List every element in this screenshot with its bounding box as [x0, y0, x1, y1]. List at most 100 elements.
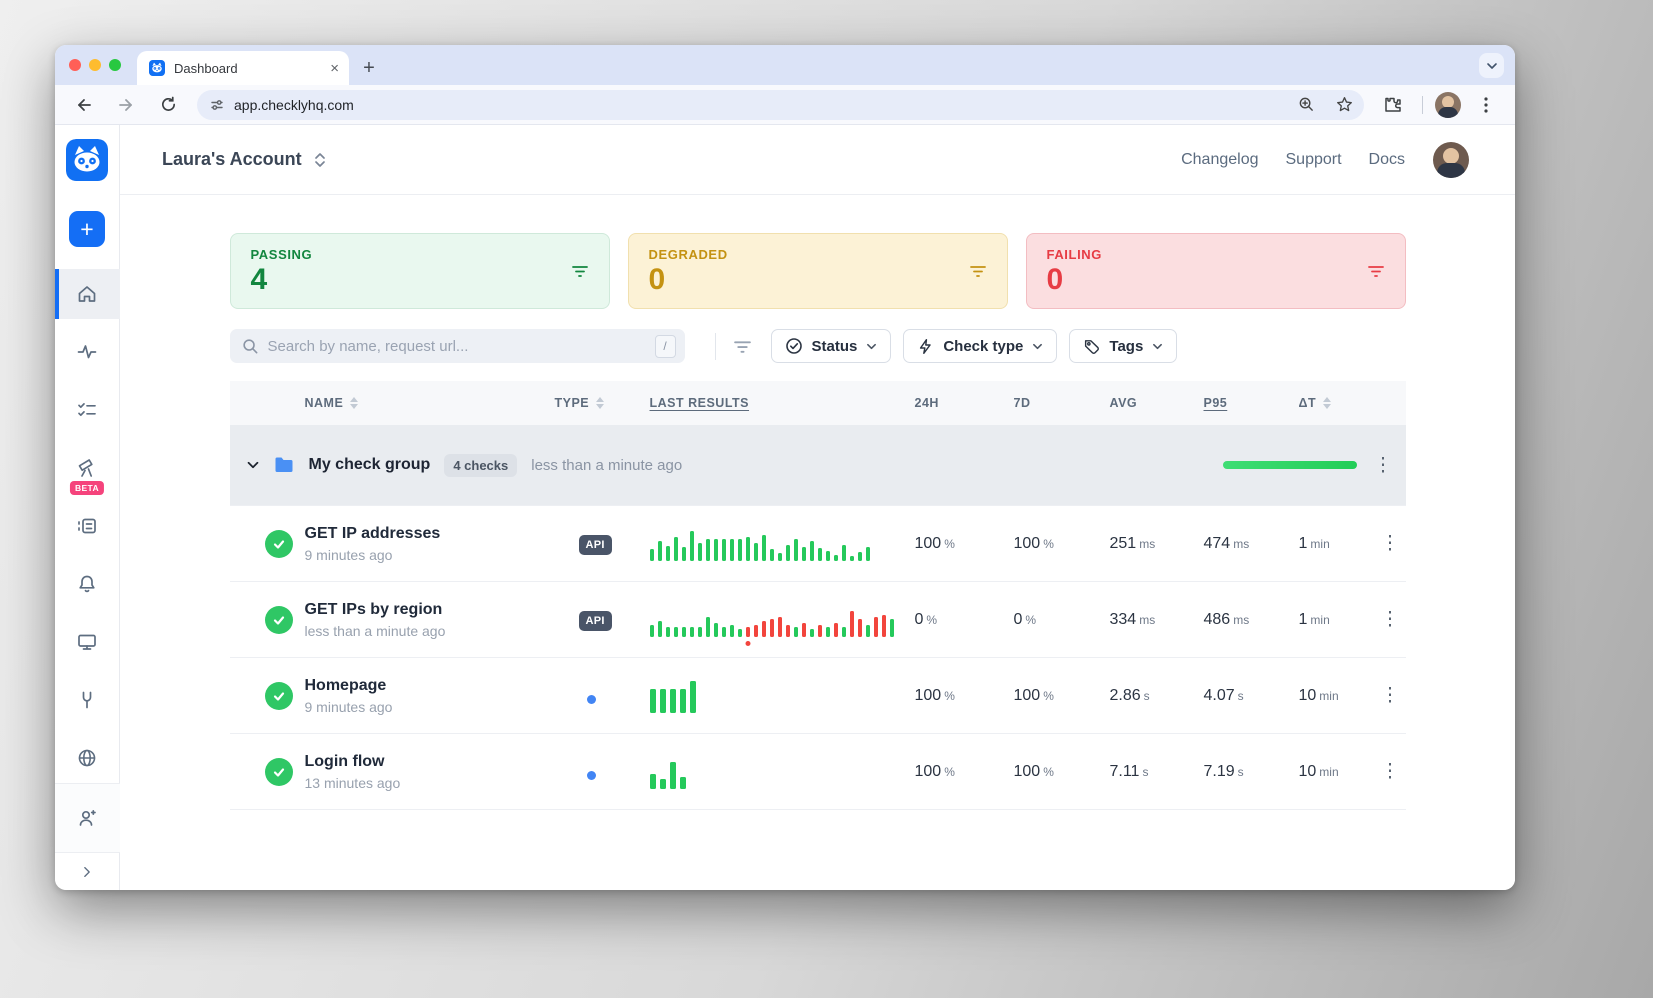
sidebar-bottom-section — [55, 783, 120, 852]
chevron-down-icon — [1486, 60, 1498, 72]
tags-filter-dropdown[interactable]: Tags — [1069, 329, 1177, 363]
bolt-icon — [917, 338, 934, 355]
failing-count: 0 — [1047, 263, 1385, 296]
check-row[interactable]: Homepage 9 minutes ago 100% 100% 2.86s 4… — [230, 657, 1406, 733]
chevron-down-icon — [866, 341, 877, 352]
sidebar-item-checks[interactable] — [55, 385, 120, 435]
check-row[interactable]: GET IP addresses 9 minutes ago API 100% … — [230, 505, 1406, 581]
sidebar-item-maintenance[interactable] — [55, 675, 120, 725]
search-input[interactable] — [268, 338, 646, 355]
forward-button[interactable] — [109, 90, 143, 120]
macos-traffic-lights — [69, 45, 121, 85]
user-avatar[interactable] — [1433, 142, 1469, 178]
check-group-row[interactable]: My check group 4 checks less than a minu… — [230, 425, 1406, 505]
dashboard-content: PASSING 4 DEGRADED 0 FAILI — [230, 233, 1406, 810]
group-updated-time: less than a minute ago — [531, 457, 682, 474]
account-switcher[interactable]: Laura's Account — [162, 149, 328, 170]
header-p95[interactable]: P95 — [1204, 396, 1299, 410]
tab-close-icon[interactable]: × — [330, 61, 339, 76]
zoom-window-button[interactable] — [109, 59, 121, 71]
metric-24h: 100% — [915, 763, 1014, 781]
nav-support-link[interactable]: Support — [1286, 151, 1342, 169]
header-24h: 24H — [915, 396, 1014, 410]
tab-search-button[interactable] — [1479, 53, 1504, 78]
passing-filter-icon[interactable] — [571, 262, 589, 280]
metric-avg: 251ms — [1110, 535, 1204, 553]
maintenance-icon — [76, 689, 98, 711]
browser-menu-icon[interactable] — [1469, 90, 1503, 120]
failing-label: FAILING — [1047, 247, 1385, 262]
sidebar-item-alerts[interactable] — [55, 559, 120, 609]
check-name[interactable]: Login flow — [305, 753, 555, 771]
sort-icon[interactable] — [596, 397, 604, 409]
metric-p95: 7.19s — [1204, 763, 1299, 781]
check-row[interactable]: GET IPs by region less than a minute ago… — [230, 581, 1406, 657]
row-menu-icon[interactable]: ⋮ — [1375, 686, 1406, 705]
checkly-favicon — [149, 60, 165, 76]
checklist-icon — [76, 399, 98, 421]
account-name: Laura's Account — [162, 149, 302, 170]
check-name[interactable]: Homepage — [305, 677, 555, 695]
address-bar[interactable]: app.checklyhq.com — [197, 90, 1364, 120]
row-menu-icon[interactable]: ⋮ — [1375, 762, 1406, 781]
sidebar-item-private-locations[interactable] — [55, 733, 120, 783]
close-window-button[interactable] — [69, 59, 81, 71]
sidebar-item-dashboards[interactable] — [55, 617, 120, 667]
sort-icon[interactable] — [1323, 397, 1331, 409]
create-check-button[interactable]: + — [69, 211, 105, 247]
search-icon — [242, 338, 259, 355]
degraded-filter-icon[interactable] — [969, 262, 987, 280]
sidebar-item-explore-beta[interactable]: BETA — [55, 443, 120, 493]
nav-changelog-link[interactable]: Changelog — [1181, 151, 1258, 169]
site-settings-icon[interactable] — [210, 98, 224, 112]
tag-icon — [1083, 338, 1100, 355]
passing-status-icon — [265, 682, 293, 710]
failing-filter-icon[interactable] — [1367, 262, 1385, 280]
metric-avg: 2.86s — [1110, 687, 1204, 705]
group-menu-icon[interactable]: ⋮ — [1374, 456, 1393, 475]
check-type-filter-dropdown[interactable]: Check type — [903, 329, 1057, 363]
row-menu-icon[interactable]: ⋮ — [1375, 534, 1406, 553]
sidebar-expand-button[interactable] — [55, 852, 120, 890]
filter-funnel-icon[interactable] — [733, 337, 752, 356]
check-last-run-time: 13 minutes ago — [305, 775, 555, 791]
bookmark-star-icon[interactable] — [1330, 92, 1358, 118]
results-bar-chart[interactable] — [650, 679, 915, 713]
status-filter-dropdown[interactable]: Status — [771, 329, 892, 363]
results-bar-chart[interactable] — [650, 603, 915, 637]
home-icon — [76, 283, 98, 305]
browser-profile-avatar[interactable] — [1435, 92, 1461, 118]
metric-interval: 10min — [1299, 763, 1375, 781]
back-button[interactable] — [67, 90, 101, 120]
sidebar-item-logs[interactable] — [55, 501, 120, 551]
toolbar-divider — [1422, 96, 1423, 114]
sidebar-item-activity[interactable] — [55, 327, 120, 377]
status-filter-label: Status — [812, 338, 858, 355]
reload-button[interactable] — [151, 90, 185, 120]
browser-tab[interactable]: Dashboard × — [137, 51, 349, 85]
row-menu-icon[interactable]: ⋮ — [1375, 610, 1406, 629]
chevron-right-icon — [79, 864, 95, 880]
group-collapse-icon[interactable] — [245, 457, 261, 473]
app-header: Laura's Account Changelog Support Docs — [120, 125, 1515, 195]
zoom-page-icon[interactable] — [1292, 92, 1320, 118]
search-box: / — [230, 329, 685, 363]
sort-icon[interactable] — [350, 397, 358, 409]
results-bar-chart[interactable] — [650, 755, 915, 789]
sidebar-item-home[interactable] — [55, 269, 120, 319]
url-text: app.checklyhq.com — [234, 97, 1282, 113]
results-bar-chart[interactable] — [650, 527, 915, 561]
check-row[interactable]: Login flow 13 minutes ago 100% 100% 7.11… — [230, 733, 1406, 809]
metric-24h: 0% — [915, 611, 1014, 629]
extensions-icon[interactable] — [1376, 90, 1410, 120]
minimize-window-button[interactable] — [89, 59, 101, 71]
header-last-results[interactable]: LAST RESULTS — [650, 396, 915, 410]
check-name[interactable]: GET IP addresses — [305, 525, 555, 543]
new-tab-button[interactable]: + — [355, 54, 383, 82]
check-name[interactable]: GET IPs by region — [305, 601, 555, 619]
checkly-logo[interactable] — [66, 139, 108, 181]
nav-docs-link[interactable]: Docs — [1369, 151, 1405, 169]
failing-card: FAILING 0 — [1026, 233, 1406, 309]
sidebar-item-invite-user[interactable] — [55, 793, 120, 843]
folder-icon — [274, 456, 294, 474]
